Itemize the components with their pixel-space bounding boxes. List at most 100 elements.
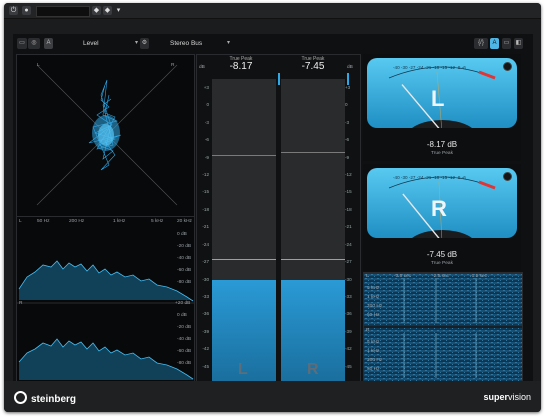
vectorscope-plot [36, 64, 178, 206]
left-top-marker [278, 73, 280, 85]
db-scale-tick: -39 [202, 328, 209, 334]
spectrum-bottom-channel: R [19, 301, 23, 306]
module-toolbar: ▭ ◎ A Level ▾ ⚙ Stereo Bus ▾ {/} A ▭ ◧ [13, 36, 533, 52]
spectrogram: L -3.5 sec -2.5 sec -1.5 sec 5 kHz 1 kHz… [363, 272, 523, 382]
freq-label: 200 Hz [367, 358, 383, 363]
db-scale-tick: -21 [202, 224, 209, 230]
db-label: -60 dB [177, 268, 192, 273]
host-titlebar: ⏻ ● ◆ ◆ ▾ [4, 3, 541, 19]
db-scale-tick: -27 [345, 259, 352, 265]
freq-label: 5 kHz [367, 286, 380, 291]
steinberg-circle-icon [14, 391, 27, 404]
db-scale-tick: -18 [202, 206, 209, 212]
vectorscope: L R [16, 54, 195, 217]
preset-menu-icon[interactable]: ▾ [114, 6, 123, 15]
freq-label: 200 Hz [367, 304, 383, 309]
db-scale-tick: -3 [345, 119, 350, 125]
db-scale-tick: -15 [345, 189, 352, 195]
scope-left-label: L [37, 63, 40, 68]
db-scale-tick: -33 [202, 293, 209, 299]
db-label: -20 dB [177, 325, 192, 330]
db-scale-tick: -27 [202, 259, 209, 265]
window-icon[interactable]: ▭ [502, 38, 511, 49]
spectrum-plot [17, 260, 194, 380]
vu-letter-right: R [431, 196, 447, 221]
freq-label: 20 kHz [177, 219, 192, 224]
db-label: -60 dB [177, 349, 192, 354]
spectrogram-top-channel: L [366, 274, 369, 279]
link-icon[interactable]: ◎ [28, 38, 40, 49]
db-label: -20 dB [177, 244, 192, 249]
db-scale-tick: -18 [345, 206, 352, 212]
left-true-peak-value[interactable]: -8.17 [221, 61, 261, 72]
settings-gear-icon[interactable]: ⚙ [140, 38, 149, 49]
db-scale-tick: -12 [345, 172, 352, 178]
freq-label: 50 Hz [367, 313, 380, 318]
vu-face-right: -40 -30 -27 -24 -21 -18 -15 -12 -9 -6 R [367, 168, 517, 238]
db-scale-tick: -12 [202, 172, 209, 178]
db-scale-tick: -3 [204, 119, 209, 125]
db-scale-tick: -45 [202, 363, 209, 369]
preset-field[interactable] [36, 6, 90, 17]
right-mode-badge[interactable]: A [490, 38, 499, 49]
mode-badge[interactable]: A [44, 38, 53, 49]
time-label: -2.5 sec [432, 274, 450, 279]
db-scale-tick: -36 [202, 311, 209, 317]
db-scale-tick: +3 [345, 85, 351, 90]
vu-tp-right: True Peak [431, 261, 453, 266]
db-scale-tick: -24 [202, 241, 209, 247]
db-label: -40 dB [177, 256, 192, 261]
vu-db-left: -8.17 dB [426, 140, 458, 149]
bus-dropdown[interactable]: Stereo Bus ▾ [170, 38, 230, 49]
freq-label: 1 kHz [367, 349, 380, 354]
right-peak-hold [281, 152, 345, 153]
supervision-logo: supervision [483, 392, 531, 402]
left-threshold-line [212, 259, 276, 260]
brand-left: steinberg [31, 394, 77, 405]
db-scale-tick: -6 [345, 137, 350, 143]
bypass-icon[interactable]: ● [22, 6, 31, 15]
freq-label: 50 Hz [37, 219, 50, 224]
db-scale-tick: -21 [345, 224, 352, 230]
db-label: -80 dB [177, 280, 192, 285]
preset-prev-icon[interactable]: ◆ [92, 6, 101, 15]
db-label: +20 dB [175, 301, 191, 306]
left-peak-hold [212, 155, 276, 156]
freq-label: 5 kHz [367, 340, 380, 345]
db-label: -80 dB [177, 361, 192, 366]
db-label: 0 dB [177, 313, 187, 318]
db-scale-tick: -39 [345, 328, 352, 334]
layout-icon[interactable]: ▭ [17, 38, 27, 49]
footer: steinberg supervision [4, 381, 541, 412]
code-view-icon[interactable]: {/} [474, 38, 488, 49]
freq-label: 200 Hz [69, 219, 85, 224]
db-label: 0 dB [177, 232, 187, 237]
spectrogram-plot [364, 273, 522, 381]
bus-label: Stereo Bus [170, 40, 203, 47]
power-icon[interactable]: ⏻ [9, 6, 18, 15]
right-true-peak-value[interactable]: -7.45 [293, 61, 333, 72]
brand-right-b: vision [507, 392, 531, 402]
unit-label-left: dB [199, 65, 205, 70]
steinberg-logo: steinberg [14, 391, 76, 405]
right-threshold-line [281, 259, 345, 260]
sidebar-icon[interactable]: ◧ [514, 38, 523, 49]
db-scale-tick: -15 [202, 189, 209, 195]
freq-label: 5 kHz [151, 219, 164, 224]
meter-type-label: Level [83, 40, 99, 47]
db-scale-tick: -9 [345, 154, 350, 160]
vu-face-left: -40 -30 -27 -24 -21 -18 -15 -12 -9 -6 L [367, 58, 517, 128]
freq-label: 1 kHz [113, 219, 126, 224]
spectrogram-bottom-channel: R [366, 328, 370, 333]
db-scale-tick: -6 [204, 137, 209, 143]
meter-type-dropdown[interactable]: Level ▾ [83, 38, 138, 49]
vu-peak-led-right [503, 172, 512, 181]
left-channel-letter: L [238, 361, 248, 378]
preset-next-icon[interactable]: ◆ [103, 6, 112, 15]
spectrum-analyzer: L 50 Hz 200 Hz 1 kHz 5 kHz 20 kHz 0 dB -… [16, 216, 195, 382]
vu-meter-right: -40 -30 -27 -24 -21 -18 -15 -12 -9 -6 R … [363, 164, 521, 271]
vu-db-right: -7.45 dB [426, 250, 458, 259]
db-scale-tick: +3 [203, 85, 209, 90]
db-scale-tick: 0 [345, 102, 348, 108]
time-label: -3.5 sec [394, 274, 412, 279]
